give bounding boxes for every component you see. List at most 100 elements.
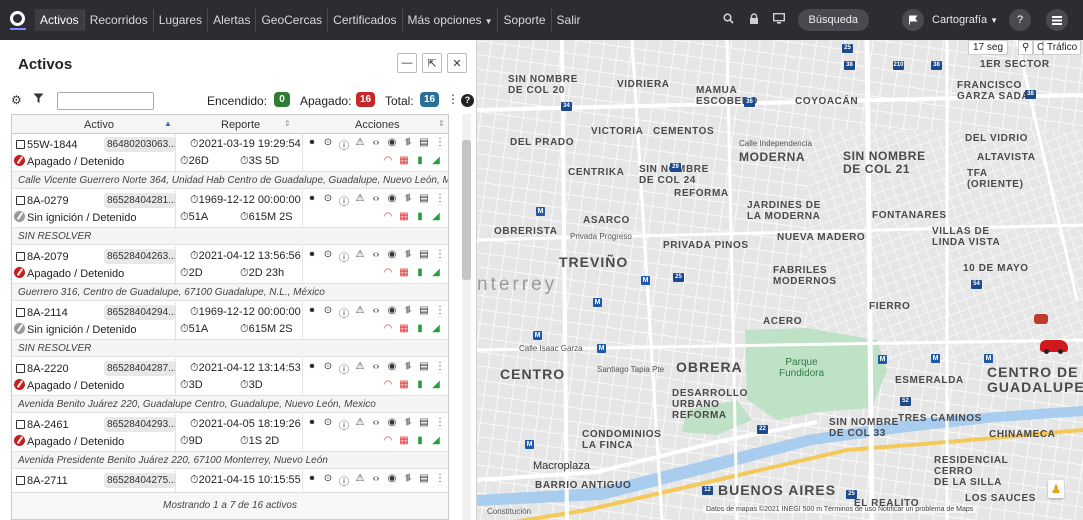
filter-icon[interactable] xyxy=(33,93,44,107)
stop-icon[interactable]: ⏺ xyxy=(304,249,320,264)
table-row[interactable]: 8A-0279 86528404281... Sin ignición / Dete… xyxy=(12,190,448,228)
help-button[interactable]: ? xyxy=(1009,9,1031,31)
code-icon[interactable]: ‹› xyxy=(368,193,384,208)
locate-icon[interactable]: ⊙ xyxy=(320,361,336,376)
info-icon[interactable]: ⓘ xyxy=(336,305,352,320)
warning-icon[interactable]: ⚠ xyxy=(352,473,368,488)
map-type-toggle[interactable]: C xyxy=(1033,40,1044,55)
info-icon[interactable]: ⓘ xyxy=(336,137,352,152)
gear-icon[interactable]: ⚙ xyxy=(11,93,22,107)
nav-soporte[interactable]: Soporte xyxy=(497,9,550,31)
street-view-pegman-icon[interactable]: ♟ xyxy=(1048,480,1064,498)
nav-alertas[interactable]: Alertas xyxy=(207,9,255,31)
more-icon[interactable]: ⋮ xyxy=(432,193,448,208)
more-icon[interactable]: ⋮ xyxy=(432,305,448,320)
table-row[interactable]: 55W-1844 86480203063... Apagado / Detenido… xyxy=(12,134,448,172)
warning-icon[interactable]: ⚠ xyxy=(352,249,368,264)
search-icon[interactable] xyxy=(723,13,735,27)
more-icon[interactable]: ⋮ xyxy=(432,137,448,152)
eye-icon[interactable]: ◉ xyxy=(384,193,400,208)
map-view[interactable]: SIN NOMBRE DE COL 20 VIDRIERA MAMUA ESCO… xyxy=(477,40,1083,520)
locate-icon[interactable]: ⊙ xyxy=(320,305,336,320)
warning-icon[interactable]: ⚠ xyxy=(352,137,368,152)
sort-asc-icon[interactable]: ▲ xyxy=(164,119,172,128)
asset-plate[interactable]: 8A-2711 xyxy=(27,475,68,487)
locate-icon[interactable]: ⊙ xyxy=(320,137,336,152)
table-row[interactable]: 8A-2220 86528404287... Apagado / Detenido ⏱… xyxy=(12,358,448,396)
code-icon[interactable]: ‹› xyxy=(368,305,384,320)
pin-icon[interactable]: ⚲ xyxy=(1018,40,1033,55)
asset-plate[interactable]: 55W-1844 xyxy=(27,139,78,151)
monitor-icon[interactable] xyxy=(772,12,785,27)
asset-plate[interactable]: 8A-0279 xyxy=(27,195,69,207)
nav-activos[interactable]: Activos xyxy=(35,9,84,31)
eye-icon[interactable]: ◉ xyxy=(384,305,400,320)
route-icon[interactable]: ⥮ xyxy=(400,193,416,208)
more-icon[interactable]: ⋮ xyxy=(432,249,448,264)
row-checkbox[interactable] xyxy=(16,252,25,261)
close-button[interactable]: ✕ xyxy=(447,53,467,73)
search-button[interactable]: Búsqueda xyxy=(797,9,870,31)
info-icon[interactable]: ⓘ xyxy=(336,249,352,264)
route-icon[interactable]: ⥮ xyxy=(400,305,416,320)
locate-icon[interactable]: ⊙ xyxy=(320,193,336,208)
table-row[interactable]: 8A-2079 86528404263... Apagado / Detenido ⏱… xyxy=(12,246,448,284)
more-options-icon[interactable]: ⋮ xyxy=(447,92,459,106)
sort-icon[interactable]: ⇕ xyxy=(438,119,445,128)
more-icon[interactable]: ⋮ xyxy=(432,473,448,488)
app-logo[interactable] xyxy=(9,9,27,31)
row-checkbox[interactable] xyxy=(16,196,25,205)
stop-icon[interactable]: ⏺ xyxy=(304,305,320,320)
nav-certificados[interactable]: Certificados xyxy=(327,9,401,31)
stop-icon[interactable]: ⏺ xyxy=(304,417,320,432)
asset-plate[interactable]: 8A-2114 xyxy=(27,307,68,319)
eye-icon[interactable]: ◉ xyxy=(384,473,400,488)
more-icon[interactable]: ⋮ xyxy=(432,417,448,432)
message-icon[interactable]: ▤ xyxy=(416,361,432,376)
help-icon[interactable]: ? xyxy=(461,94,474,107)
traffic-toggle[interactable]: Tráfico xyxy=(1043,40,1082,55)
locate-icon[interactable]: ⊙ xyxy=(320,473,336,488)
route-icon[interactable]: ⥮ xyxy=(400,249,416,264)
stop-icon[interactable]: ⏺ xyxy=(304,473,320,488)
asset-plate[interactable]: 8A-2220 xyxy=(27,363,69,375)
info-icon[interactable]: ⓘ xyxy=(336,473,352,488)
row-checkbox[interactable] xyxy=(16,140,25,149)
cartografia-dropdown[interactable]: Cartografía ▼ xyxy=(932,14,998,26)
message-icon[interactable]: ▤ xyxy=(416,473,432,488)
locate-icon[interactable]: ⊙ xyxy=(320,417,336,432)
row-checkbox[interactable] xyxy=(16,364,25,373)
lock-icon[interactable] xyxy=(748,13,760,27)
row-checkbox[interactable] xyxy=(16,476,25,485)
nav-salir[interactable]: Salir xyxy=(550,9,586,31)
locate-icon[interactable]: ⊙ xyxy=(320,249,336,264)
code-icon[interactable]: ‹› xyxy=(368,417,384,432)
table-row[interactable]: 8A-2114 86528404294... Sin ignición / Dete… xyxy=(12,302,448,340)
message-icon[interactable]: ▤ xyxy=(416,305,432,320)
vehicle-marker[interactable] xyxy=(1034,314,1048,324)
message-icon[interactable]: ▤ xyxy=(416,193,432,208)
eye-icon[interactable]: ◉ xyxy=(384,361,400,376)
nav-geocercas[interactable]: GeoCercas xyxy=(255,9,327,31)
stop-icon[interactable]: ⏺ xyxy=(304,193,320,208)
stop-icon[interactable]: ⏺ xyxy=(304,361,320,376)
message-icon[interactable]: ▤ xyxy=(416,137,432,152)
route-icon[interactable]: ⥮ xyxy=(400,417,416,432)
info-icon[interactable]: ⓘ xyxy=(336,417,352,432)
stop-icon[interactable]: ⏺ xyxy=(304,137,320,152)
eye-icon[interactable]: ◉ xyxy=(384,137,400,152)
route-icon[interactable]: ⥮ xyxy=(400,137,416,152)
vehicle-marker[interactable] xyxy=(1040,340,1068,354)
nav-mas-opciones[interactable]: Más opciones ▼ xyxy=(401,9,498,31)
eye-icon[interactable]: ◉ xyxy=(384,417,400,432)
info-icon[interactable]: ⓘ xyxy=(336,193,352,208)
asset-plate[interactable]: 8A-2461 xyxy=(27,419,69,431)
sort-icon[interactable]: ⇕ xyxy=(284,119,291,128)
route-icon[interactable]: ⥮ xyxy=(400,473,416,488)
code-icon[interactable]: ‹› xyxy=(368,361,384,376)
asset-plate[interactable]: 8A-2079 xyxy=(27,251,69,263)
warning-icon[interactable]: ⚠ xyxy=(352,305,368,320)
table-row[interactable]: 8A-2461 86528404293... Apagado / Detenido ⏱… xyxy=(12,414,448,452)
code-icon[interactable]: ‹› xyxy=(368,473,384,488)
warning-icon[interactable]: ⚠ xyxy=(352,361,368,376)
